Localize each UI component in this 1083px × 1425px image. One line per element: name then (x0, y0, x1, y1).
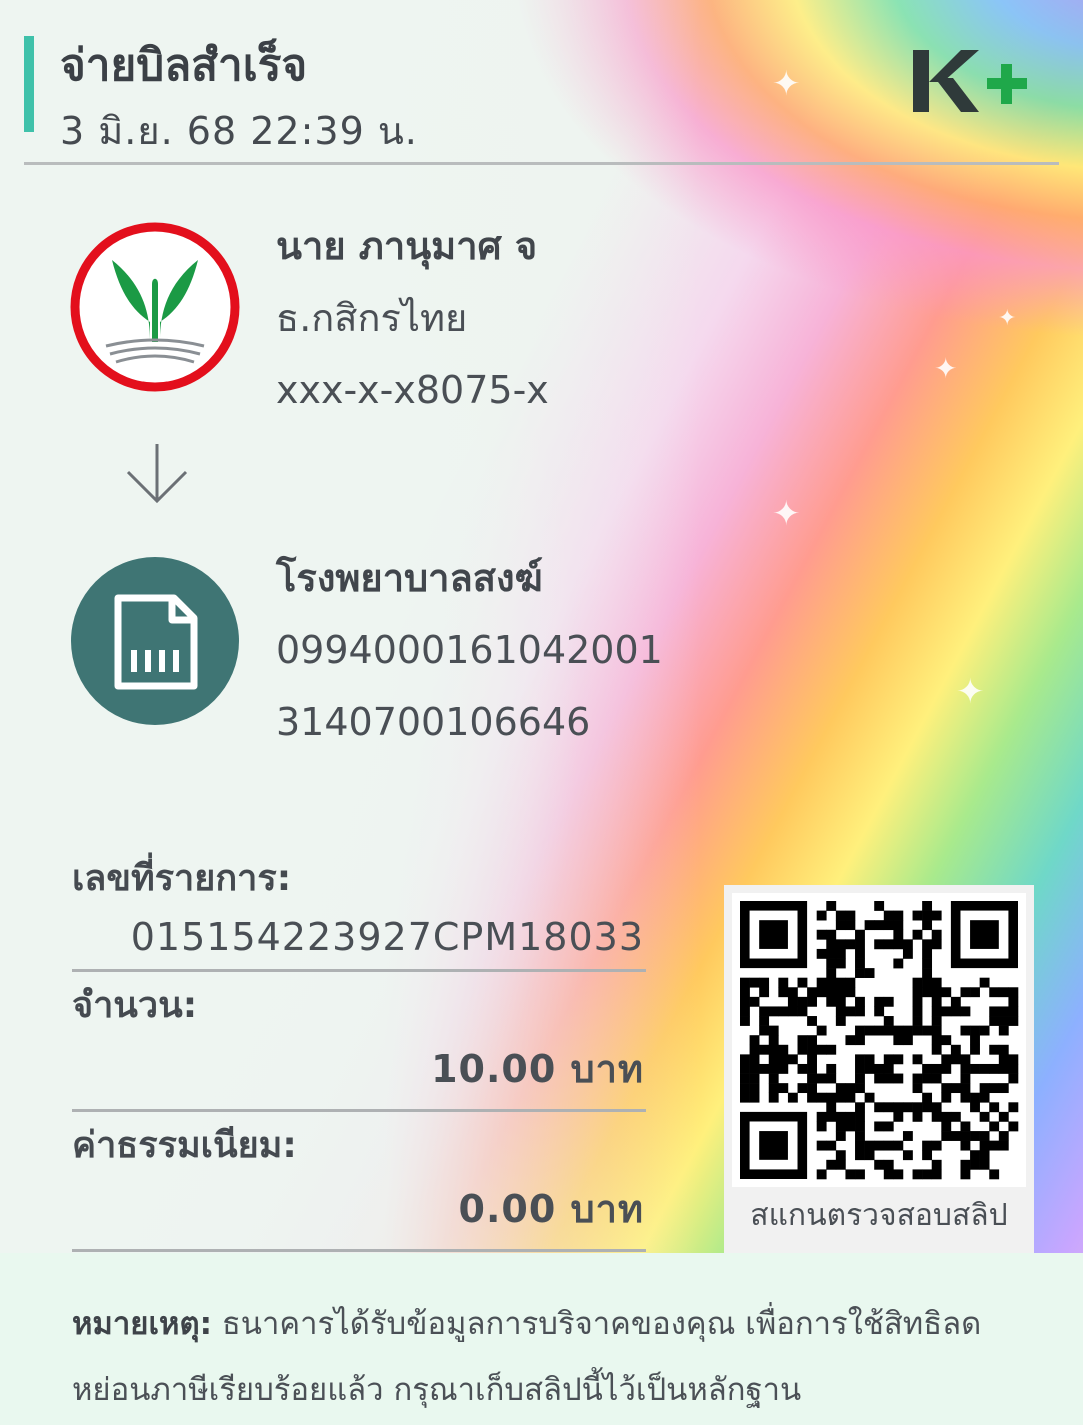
sender-account: xxx-x-x8075-x (276, 368, 549, 412)
transaction-details: เลขที่รายการ: 015154223927CPM18033 จำนวน… (72, 845, 646, 1252)
bill-document-icon (71, 557, 239, 725)
transaction-id-value: 015154223927CPM18033 (130, 915, 644, 959)
amount-value: 10.00 บาท (431, 1047, 644, 1091)
kplus-logo-icon (913, 50, 1027, 112)
sparkle-icon: ✦ (998, 306, 1017, 331)
arrow-down-icon (126, 444, 188, 504)
transaction-id-label: เลขที่รายการ: (72, 858, 292, 899)
fee-label: ค่าธรรมเนียม: (72, 1125, 297, 1166)
transaction-id-row: เลขที่รายการ: 015154223927CPM18033 (72, 845, 646, 972)
amount-label: จำนวน: (72, 985, 198, 1026)
receiver-ref1: 0994000161042001 (276, 628, 663, 672)
sender-bank: ธ.กสิกรไทย (276, 296, 468, 340)
receiver-name: โรงพยาบาลสงฆ์ (276, 556, 543, 600)
sender-name: นาย ภานุมาศ จ (276, 224, 538, 268)
qr-code-icon (740, 901, 1019, 1180)
note-label: หมายเหตุ: (72, 1306, 212, 1342)
qr-verify-box[interactable]: สแกนตรวจสอบสลิป (724, 885, 1034, 1255)
kbank-logo-icon (70, 222, 240, 392)
sparkle-icon: ✦ (956, 672, 985, 712)
page-title: จ่ายบิลสำเร็จ (60, 40, 308, 91)
fee-row: ค่าธรรมเนียม: 0.00 บาท (72, 1112, 646, 1252)
accent-bar (24, 36, 34, 132)
qr-code[interactable] (732, 893, 1026, 1187)
amount-row: จำนวน: 10.00 บาท (72, 972, 646, 1112)
sparkle-icon: ✦ (934, 352, 958, 385)
qr-caption: สแกนตรวจสอบสลิป (750, 1198, 1008, 1233)
slip-header: จ่ายบิลสำเร็จ 3 มิ.ย. 68 22:39 น. (24, 30, 1059, 165)
sparkle-icon: ✦ (772, 494, 801, 534)
note-section: หมายเหตุ: ธนาคารได้รับข้อมูลการบริจาคของ… (0, 1253, 1083, 1425)
receiver-ref2: 3140700106646 (276, 700, 591, 744)
transaction-datetime: 3 มิ.ย. 68 22:39 น. (60, 109, 418, 153)
fee-value: 0.00 บาท (458, 1187, 644, 1231)
